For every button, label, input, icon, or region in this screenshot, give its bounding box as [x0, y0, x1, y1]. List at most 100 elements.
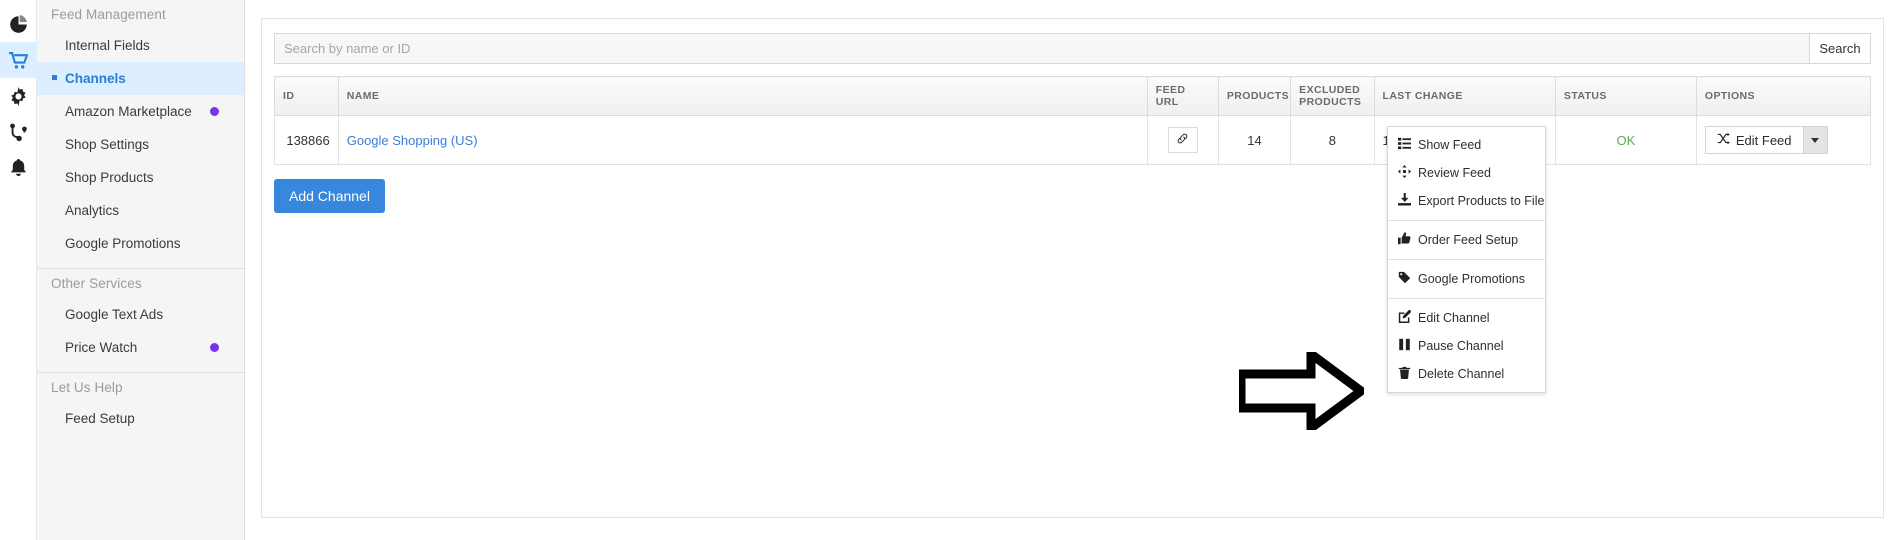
sidebar-item-label: Analytics [65, 203, 119, 218]
table-row: 138866 Google Shopping (US) 14 [275, 116, 1871, 165]
annotation-arrow-right [1239, 352, 1364, 430]
add-channel-button[interactable]: Add Channel [274, 179, 385, 213]
cell-name: Google Shopping (US) [338, 116, 1147, 165]
menu-item-export-products-to-file[interactable]: Export Products to File [1388, 187, 1545, 215]
notification-dot-icon [210, 107, 219, 116]
col-header-name[interactable]: NAME [338, 77, 1147, 116]
sidebar-item-internal-fields[interactable]: Internal Fields [37, 29, 244, 62]
sidebar-item-google-promotions[interactable]: Google Promotions [37, 227, 244, 260]
sidebar-item-channels[interactable]: Channels [37, 62, 244, 95]
sidebar-item-shop-settings[interactable]: Shop Settings [37, 128, 244, 161]
menu-item-google-promotions[interactable]: Google Promotions [1388, 265, 1545, 293]
sidebar-item-label: Google Promotions [65, 236, 181, 251]
sidebar-item-label: Shop Products [65, 170, 154, 185]
edit-feed-dropdown-toggle[interactable] [1803, 127, 1827, 153]
gear-icon [9, 87, 28, 106]
col-header-last-change[interactable]: LAST CHANGE [1374, 77, 1555, 116]
sidebar-item-price-watch[interactable]: Price Watch [37, 331, 244, 364]
pause-icon [1398, 338, 1411, 354]
link-icon [1176, 132, 1189, 148]
sidebar-group-title-let-us-help: Let Us Help [37, 373, 244, 402]
sidebar-item-feed-setup[interactable]: Feed Setup [37, 402, 244, 435]
col-header-feed-url[interactable]: FEED URL [1147, 77, 1218, 116]
thumbs-up-icon [1398, 232, 1411, 248]
active-bullet-icon [52, 75, 57, 80]
sidebar-item-label: Google Text Ads [65, 307, 163, 322]
cell-feed-url [1147, 116, 1218, 165]
channels-panel: Search ID NAME FEED URL PRODUCTS EXCLUDE… [261, 18, 1884, 518]
menu-item-label: Google Promotions [1418, 272, 1525, 286]
sidebar-item-google-text-ads[interactable]: Google Text Ads [37, 298, 244, 331]
menu-divider [1388, 298, 1545, 299]
app-root: Feed Management Internal Fields Channels… [0, 0, 1904, 540]
shuffle-icon [1717, 132, 1730, 148]
menu-item-label: Review Feed [1418, 166, 1491, 180]
menu-item-label: Edit Channel [1418, 311, 1490, 325]
col-header-excluded-products[interactable]: EXCLUDED PRODUCTS [1291, 77, 1374, 116]
icon-rail [0, 0, 37, 540]
sidebar-item-label: Channels [65, 71, 126, 86]
bell-icon [9, 159, 28, 178]
edit-feed-button[interactable]: Edit Feed [1706, 127, 1803, 153]
shopping-cart-icon [9, 51, 28, 70]
col-header-id[interactable]: ID [275, 77, 339, 116]
search-button[interactable]: Search [1809, 33, 1871, 64]
sitemap-icon [9, 123, 28, 142]
download-icon [1398, 193, 1411, 209]
channel-name-link[interactable]: Google Shopping (US) [347, 133, 478, 148]
col-header-options[interactable]: OPTIONS [1696, 77, 1870, 116]
table-header-row: ID NAME FEED URL PRODUCTS EXCLUDED PRODU… [275, 77, 1871, 116]
sidebar-item-label: Feed Setup [65, 411, 135, 426]
edit-feed-split-button: Edit Feed [1705, 126, 1828, 154]
list-icon [1398, 137, 1411, 153]
rail-item-dashboard[interactable] [0, 6, 37, 42]
cell-options: Edit Feed [1696, 116, 1870, 165]
cell-excluded-products: 8 [1291, 116, 1374, 165]
arrows-move-icon [1398, 165, 1411, 181]
rail-item-integrations[interactable] [0, 114, 37, 150]
sidebar-group-title-other-services: Other Services [37, 269, 244, 298]
menu-item-pause-channel[interactable]: Pause Channel [1388, 332, 1545, 360]
search-input[interactable] [274, 33, 1809, 64]
col-header-status[interactable]: STATUS [1555, 77, 1696, 116]
cell-products: 14 [1218, 116, 1290, 165]
chevron-down-icon [1811, 138, 1819, 143]
notification-dot-icon [210, 343, 219, 352]
menu-item-label: Delete Channel [1418, 367, 1504, 381]
menu-item-label: Export Products to File [1418, 194, 1544, 208]
menu-divider [1388, 220, 1545, 221]
col-header-products[interactable]: PRODUCTS [1218, 77, 1290, 116]
sidebar-item-label: Internal Fields [65, 38, 150, 53]
status-badge: OK [1617, 133, 1636, 148]
rail-item-feed-management[interactable] [0, 42, 37, 78]
menu-item-delete-channel[interactable]: Delete Channel [1388, 360, 1545, 388]
menu-divider [1388, 259, 1545, 260]
feed-url-button[interactable] [1168, 127, 1198, 153]
search-row: Search [274, 33, 1871, 64]
menu-item-edit-channel[interactable]: Edit Channel [1388, 304, 1545, 332]
cell-status: OK [1555, 116, 1696, 165]
pencil-square-icon [1398, 310, 1411, 326]
menu-item-label: Show Feed [1418, 138, 1481, 152]
menu-item-order-feed-setup[interactable]: Order Feed Setup [1388, 226, 1545, 254]
menu-item-show-feed[interactable]: Show Feed [1388, 131, 1545, 159]
sidebar-item-label: Price Watch [65, 340, 137, 355]
menu-item-review-feed[interactable]: Review Feed [1388, 159, 1545, 187]
rail-item-settings[interactable] [0, 78, 37, 114]
menu-item-label: Pause Channel [1418, 339, 1503, 353]
main-content: Search ID NAME FEED URL PRODUCTS EXCLUDE… [245, 0, 1904, 540]
sidebar-item-amazon-marketplace[interactable]: Amazon Marketplace [37, 95, 244, 128]
channels-table: ID NAME FEED URL PRODUCTS EXCLUDED PRODU… [274, 76, 1871, 165]
edit-feed-label: Edit Feed [1736, 133, 1792, 148]
sidebar: Feed Management Internal Fields Channels… [37, 0, 245, 540]
trash-icon [1398, 366, 1411, 382]
sidebar-item-analytics[interactable]: Analytics [37, 194, 244, 227]
menu-item-label: Order Feed Setup [1418, 233, 1518, 247]
pie-chart-icon [9, 15, 28, 34]
sidebar-item-label: Amazon Marketplace [65, 104, 192, 119]
rail-item-notifications[interactable] [0, 150, 37, 186]
edit-feed-dropdown-menu: Show Feed Review Feed Export Products to… [1387, 126, 1546, 393]
cell-id: 138866 [275, 116, 339, 165]
sidebar-item-shop-products[interactable]: Shop Products [37, 161, 244, 194]
tags-icon [1398, 271, 1411, 287]
